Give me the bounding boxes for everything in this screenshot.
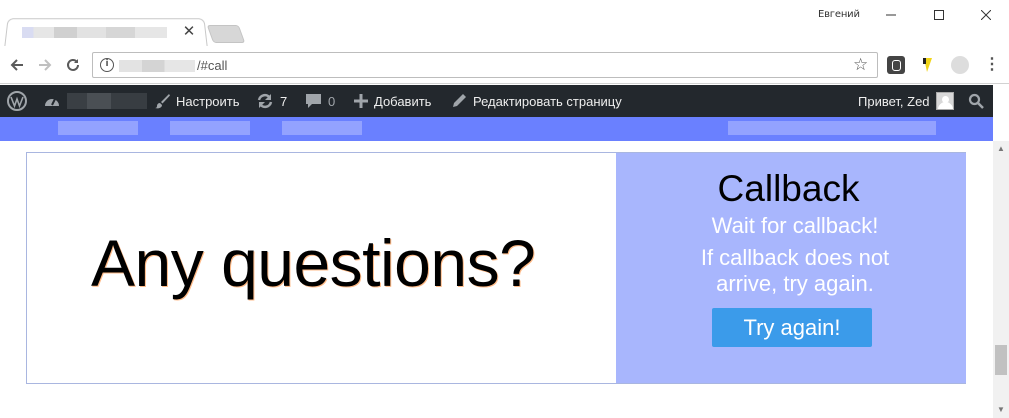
nav-item-redacted[interactable]: [282, 121, 362, 135]
questions-panel: Any questions?: [27, 153, 616, 383]
maximize-button[interactable]: [916, 0, 962, 30]
callback-title: Callback: [717, 168, 860, 209]
callback-subtitle: Wait for callback!: [711, 213, 879, 238]
browser-toolbar: i /#call ☆ ⋮: [0, 46, 1009, 84]
nav-item-redacted[interactable]: [170, 121, 250, 135]
browser-window: ✕ Евгений i /#call ☆ ⋮ Настроить 7 0 Доб…: [0, 0, 1009, 418]
wp-admin-bar: Настроить 7 0 Добавить Редактировать стр…: [0, 85, 993, 117]
extension-icon[interactable]: [887, 56, 905, 74]
minimize-button[interactable]: [868, 0, 914, 30]
my-account-menu[interactable]: Привет, Zed: [858, 85, 954, 117]
forward-arrow-icon[interactable]: [34, 54, 56, 76]
add-new-menu-item[interactable]: Добавить: [354, 85, 431, 117]
questions-heading: Any questions?: [91, 226, 536, 300]
url-path: /#call: [197, 58, 228, 73]
url-domain-redacted: [119, 60, 195, 72]
scroll-thumb[interactable]: [995, 345, 1007, 375]
back-arrow-icon[interactable]: [6, 54, 28, 76]
tab-close-icon[interactable]: ✕: [181, 24, 197, 40]
scrollbar-top-strip: [993, 85, 1009, 141]
updates-menu-item[interactable]: 7: [256, 85, 287, 117]
site-name-menu[interactable]: [43, 85, 147, 117]
try-again-button[interactable]: Try again!: [712, 308, 872, 347]
customize-menu-item[interactable]: Настроить: [154, 85, 240, 117]
site-navigation: [0, 117, 993, 141]
new-tab-button[interactable]: [206, 25, 246, 43]
nav-item-redacted[interactable]: [58, 121, 138, 135]
pencil-icon: [451, 93, 467, 109]
add-label: Добавить: [374, 93, 432, 109]
comments-menu-item[interactable]: 0: [305, 85, 335, 117]
scroll-down-arrow-icon[interactable]: ▼: [993, 402, 1009, 418]
customize-label: Настроить: [176, 93, 240, 109]
greeting-label: Привет, Zed: [858, 93, 930, 109]
profile-name[interactable]: Евгений: [818, 9, 860, 20]
scroll-up-arrow-icon[interactable]: ▲: [993, 141, 1009, 157]
edit-page-menu-item[interactable]: Редактировать страницу: [451, 85, 622, 117]
plus-icon: [354, 94, 368, 108]
close-window-button[interactable]: [963, 0, 1009, 30]
reload-icon[interactable]: [62, 54, 84, 76]
search-icon[interactable]: [968, 85, 984, 117]
updates-count: 7: [280, 93, 288, 109]
call-section: Any questions? Callback Wait for callbac…: [26, 152, 966, 384]
browser-menu-icon[interactable]: ⋮: [984, 55, 1000, 75]
dashboard-icon: [43, 93, 61, 109]
refresh-icon: [256, 93, 274, 109]
edit-page-label: Редактировать страницу: [473, 93, 622, 109]
callback-panel: Callback Wait for callback! If callback …: [616, 153, 966, 383]
page-scrollbar[interactable]: ▲ ▼: [993, 141, 1009, 418]
title-bar: ✕ Евгений: [0, 0, 1009, 47]
address-bar[interactable]: i /#call ☆: [92, 52, 878, 78]
extension-yellow-icon[interactable]: [918, 56, 936, 74]
page-content: Any questions? Callback Wait for callbac…: [0, 141, 993, 418]
nav-contact-redacted: [728, 121, 936, 135]
comments-count: 0: [328, 93, 336, 109]
bookmark-star-icon[interactable]: ☆: [853, 55, 868, 75]
paintbrush-icon: [154, 93, 170, 109]
tab-title-redacted: [22, 27, 167, 38]
callback-info: If callback does not arrive, try again.: [700, 245, 890, 296]
extension-gray-icon[interactable]: [951, 56, 969, 74]
site-name-redacted: [67, 93, 147, 109]
info-icon[interactable]: i: [100, 58, 114, 72]
wordpress-logo-icon[interactable]: [7, 85, 27, 117]
avatar: [935, 92, 954, 110]
comment-bubble-icon: [305, 93, 322, 109]
